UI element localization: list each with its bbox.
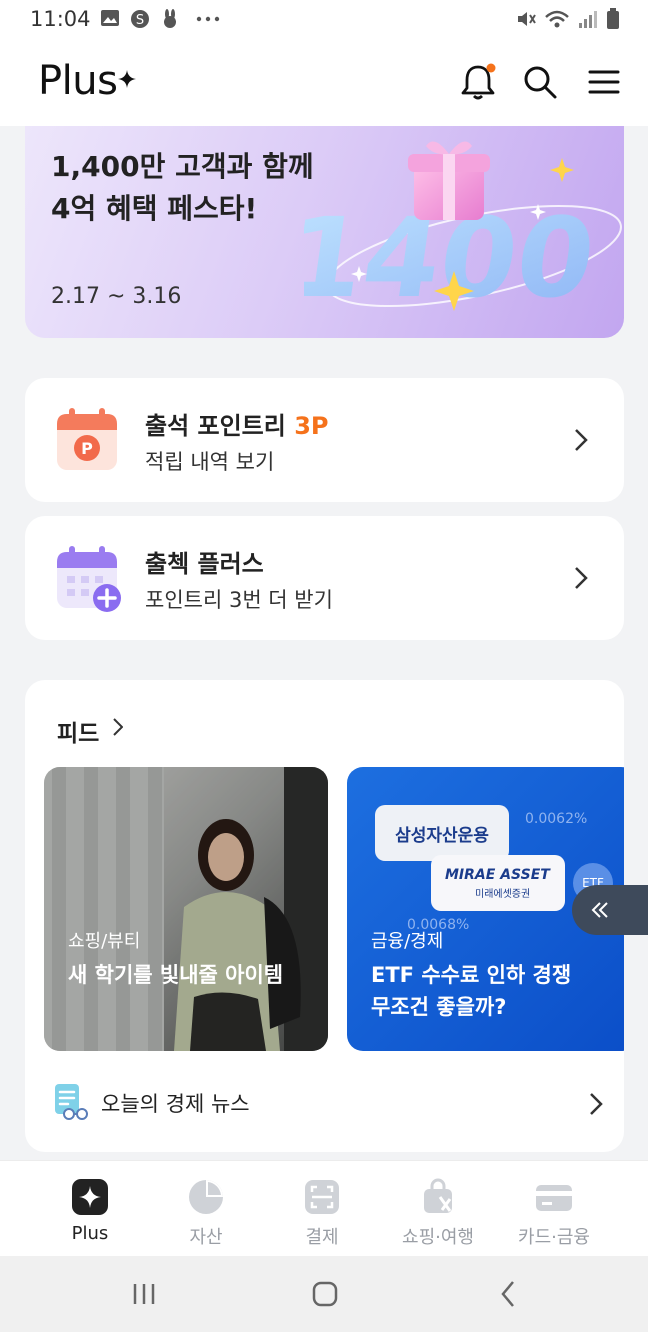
chevron-right-icon [590, 1093, 603, 1115]
nav-plus-label: Plus [71, 1223, 109, 1244]
plus-star-icon [72, 1179, 108, 1215]
nav-card-finance-label: 카드·금융 [518, 1227, 590, 1248]
calendar-plus-icon [57, 546, 121, 612]
attendance-points-value: 3P [294, 412, 329, 440]
notification-dot [486, 63, 496, 73]
feed-card-headline: 새 학기를 빛내줄 아이템 [68, 963, 284, 987]
notification-button[interactable] [456, 60, 500, 104]
calendar-points-icon: P [57, 408, 117, 470]
feed-card-headline: ETF 수수료 인하 경쟁 무조건 좋을까? [371, 963, 572, 1019]
attendance-title-text: 출석 포인트리 [145, 412, 286, 440]
app-logo: Plus [38, 58, 118, 104]
chevron-right-icon [575, 429, 588, 451]
feed-section: 피드 쇼핑/뷰티 새 학기를 빛내줄 아이템 삼성자산운용 MIRAE ASSE… [25, 680, 624, 1152]
side-panel-handle[interactable] [572, 885, 648, 935]
s-badge-icon: S [131, 10, 149, 28]
svg-text:P: P [81, 439, 93, 458]
pie-chart-icon [189, 1180, 223, 1214]
nav-payment[interactable]: 결제 [264, 1161, 380, 1256]
bell-icon [461, 63, 496, 100]
bottom-navigation: Plus 자산 결제 쇼핑·여행 카드·금융 [0, 1160, 648, 1256]
nav-shopping-travel[interactable]: 쇼핑·여행 [380, 1161, 496, 1256]
banner-title: 1,400만 고객과 함께 4억 혜택 페스타! [51, 150, 314, 225]
news-glasses-icon [55, 1084, 88, 1120]
promo-banner[interactable]: 1,400만 고객과 함께 4억 혜택 페스타! 2.17 ~ 3.16 140… [25, 126, 624, 338]
attendance-subtitle: 적립 내역 보기 [145, 450, 275, 474]
back-icon [501, 1281, 514, 1307]
mirae-securities-text: 미래에셋증권 [475, 889, 531, 900]
shopping-bag-icon [424, 1178, 452, 1213]
menu-icon [588, 70, 620, 94]
banner-date: 2.17 ~ 3.16 [51, 284, 182, 309]
rate-tag-1: 0.0062% [525, 811, 588, 827]
banner-1400-illustration: 1400 [304, 141, 622, 323]
check-plus-title: 출첵 플러스 [145, 550, 264, 578]
recent-apps-button[interactable] [124, 1278, 164, 1310]
nav-card-finance[interactable]: 카드·금융 [496, 1161, 612, 1256]
more-dots-icon [196, 16, 220, 22]
search-icon [524, 66, 557, 99]
chevron-right-icon[interactable] [113, 718, 123, 736]
wifi-icon [545, 10, 569, 28]
menu-button[interactable] [582, 60, 626, 104]
economy-news-link[interactable]: 오늘의 경제 뉴스 [53, 1082, 613, 1126]
mirae-asset-text: MIRAE ASSET [445, 867, 550, 883]
home-icon [312, 1281, 338, 1307]
chevron-right-icon [575, 567, 588, 589]
nav-assets[interactable]: 자산 [148, 1161, 264, 1256]
economy-news-label: 오늘의 경제 뉴스 [101, 1092, 250, 1116]
svg-text:S: S [136, 13, 144, 28]
feed-card-category: 쇼핑/뷰티 [68, 931, 141, 952]
double-chevron-left-icon [591, 902, 608, 918]
nav-payment-label: 결제 [305, 1227, 339, 1248]
search-button[interactable] [518, 60, 562, 104]
card-icon [536, 1185, 572, 1211]
gallery-icon [101, 10, 119, 26]
recent-apps-icon [133, 1284, 155, 1304]
rabbit-icon [164, 9, 176, 28]
status-bar: 11:04 S [0, 0, 648, 40]
check-plus-subtitle: 포인트리 3번 더 받기 [145, 588, 333, 612]
signal-icon [579, 11, 597, 28]
student-photo [44, 767, 328, 1051]
attendance-title: 출석 포인트리 3P [145, 406, 329, 441]
nav-plus[interactable]: Plus [32, 1161, 148, 1256]
samsung-asset-tag: 삼성자산운용 [375, 805, 509, 861]
scan-icon [305, 1180, 339, 1214]
sparkle-icon [118, 70, 136, 88]
check-plus-card[interactable]: 출첵 플러스 포인트리 3번 더 받기 [25, 516, 624, 640]
feed-card-shopping[interactable]: 쇼핑/뷰티 새 학기를 빛내줄 아이템 [44, 767, 328, 1051]
mute-icon [518, 12, 536, 26]
mirae-asset-logo: MIRAE ASSET 미래에셋증권 [431, 855, 565, 911]
attendance-points-card[interactable]: P 출석 포인트리 3P 적립 내역 보기 [25, 378, 624, 502]
app-header: Plus [0, 40, 648, 126]
back-button[interactable] [488, 1278, 528, 1310]
nav-assets-label: 자산 [189, 1227, 223, 1248]
feed-card-category: 금융/경제 [371, 931, 444, 952]
status-time: 11:04 [30, 7, 91, 31]
nav-shopping-travel-label: 쇼핑·여행 [402, 1227, 474, 1248]
feed-title[interactable]: 피드 [57, 714, 99, 748]
home-button[interactable] [305, 1278, 345, 1310]
system-navigation [0, 1256, 648, 1332]
battery-icon [607, 8, 619, 29]
